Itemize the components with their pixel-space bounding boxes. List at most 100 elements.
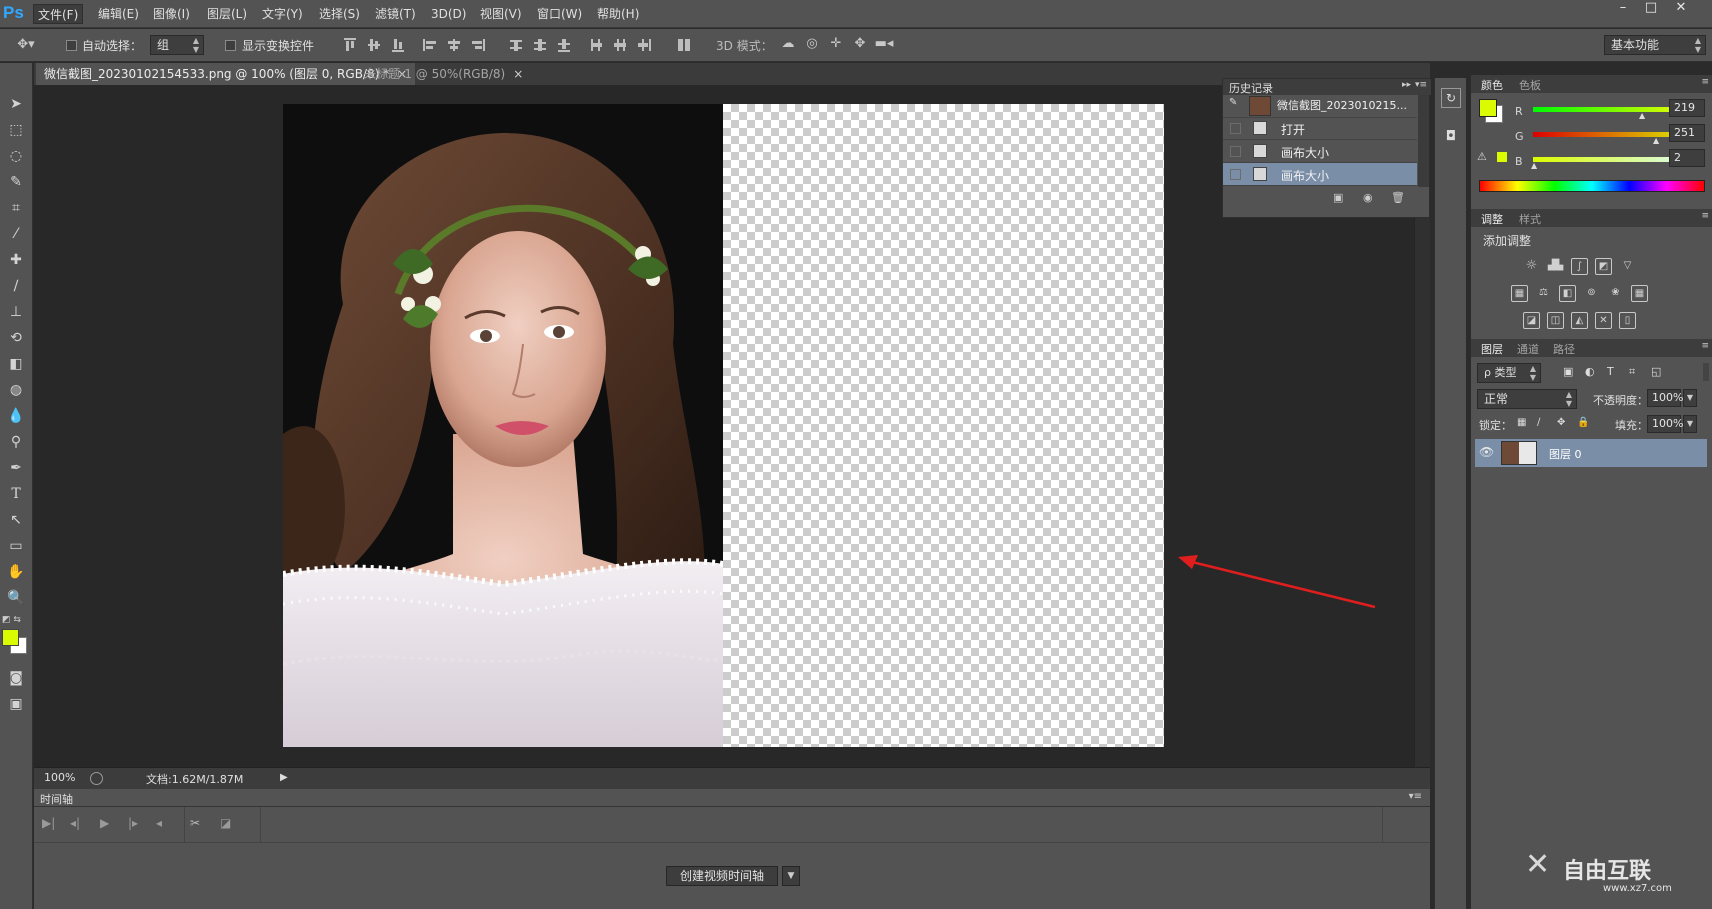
eyedropper-tool-icon[interactable]: ⁄ <box>4 223 28 245</box>
first-frame-icon[interactable]: ▶| <box>42 816 55 830</box>
distribute-left-icon[interactable] <box>588 37 604 53</box>
blur-tool-icon[interactable]: 💧 <box>4 405 28 427</box>
transition-icon[interactable]: ◪ <box>220 816 231 830</box>
tab-swatches[interactable]: 色板 <box>1519 77 1541 93</box>
hue-saturation-icon[interactable]: ▦ <box>1511 285 1528 302</box>
filter-pixel-icon[interactable]: ▣ <box>1563 365 1573 378</box>
menu-select[interactable]: 选择(S) <box>315 4 364 24</box>
timeline-tab[interactable]: 时间轴 <box>40 791 73 807</box>
minimize-button[interactable]: – <box>1610 0 1636 18</box>
paint-bucket-tool-icon[interactable]: ◍ <box>4 379 28 401</box>
selective-color-icon[interactable]: ✕ <box>1595 312 1612 329</box>
gamut-color-chip[interactable] <box>1497 152 1507 162</box>
history-snapshot[interactable]: ✎ 微信截图_2023010215... <box>1223 95 1417 118</box>
path-select-tool-icon[interactable]: ↖ <box>4 509 28 531</box>
tab-adjustments[interactable]: 调整 <box>1481 211 1503 227</box>
close-button[interactable]: ✕ <box>1668 0 1694 18</box>
close-icon[interactable]: × <box>513 67 523 81</box>
distribute-hcenter-icon[interactable] <box>612 37 628 53</box>
menu-layer[interactable]: 图层(L) <box>203 4 251 24</box>
chevron-down-icon[interactable]: ▼ <box>1683 389 1697 407</box>
curves-icon[interactable]: ∫ <box>1571 258 1588 275</box>
menu-type[interactable]: 文字(Y) <box>258 4 307 24</box>
play-icon[interactable]: ▶ <box>100 816 109 830</box>
slider-thumb-icon[interactable]: ▲ <box>1639 111 1645 120</box>
gradient-map-icon[interactable]: ▯ <box>1619 312 1636 329</box>
show-transform-checkbox[interactable] <box>225 40 236 51</box>
menu-view[interactable]: 视图(V) <box>476 4 526 24</box>
distribute-bottom-icon[interactable] <box>556 37 572 53</box>
lock-transparent-icon[interactable]: ▦ <box>1517 417 1526 428</box>
history-brush-tool-icon[interactable]: ⟲ <box>4 327 28 349</box>
history-panel-icon[interactable]: ↻ <box>1441 88 1461 108</box>
collapse-icon[interactable]: ▸▸ <box>1402 80 1411 90</box>
tab-color[interactable]: 颜色 <box>1481 77 1503 93</box>
invert-icon[interactable]: ◪ <box>1523 312 1540 329</box>
filter-smart-object-icon[interactable]: ◱ <box>1651 365 1661 378</box>
move-tool-preset-icon[interactable]: ✥▾ <box>14 37 38 53</box>
r-value-field[interactable]: 219 <box>1669 99 1705 117</box>
create-video-timeline-button[interactable]: 创建视频时间轴 <box>666 866 778 886</box>
audio-icon[interactable]: ◂ <box>156 816 162 830</box>
black-white-icon[interactable]: ◧ <box>1559 285 1576 302</box>
slider-thumb-icon[interactable]: ▲ <box>1531 161 1537 170</box>
quick-mask-icon[interactable]: ◙ <box>4 667 28 689</box>
posterize-icon[interactable]: ◫ <box>1547 312 1564 329</box>
menu-edit[interactable]: 编辑(E) <box>94 4 143 24</box>
color-lookup-icon[interactable]: ▦ <box>1631 285 1648 302</box>
next-frame-icon[interactable]: |▸ <box>128 816 138 830</box>
opacity-field[interactable]: 100% <box>1647 389 1683 407</box>
zoom-level[interactable]: 100% <box>44 771 75 784</box>
gamut-warning-icon[interactable]: ⚠ <box>1477 150 1487 163</box>
split-icon[interactable]: ✂ <box>190 816 200 830</box>
menu-file[interactable]: 文件(F) <box>33 4 84 24</box>
roll-3d-icon[interactable]: ◎ <box>802 36 822 52</box>
healing-brush-tool-icon[interactable]: ✚ <box>4 249 28 271</box>
filter-adjustment-icon[interactable]: ◐ <box>1585 365 1595 378</box>
align-right-icon[interactable] <box>470 37 486 53</box>
lock-pixels-icon[interactable]: ∕ <box>1537 417 1540 428</box>
align-top-icon[interactable] <box>342 37 358 53</box>
auto-select-dropdown[interactable]: 组 ▲ ▼ <box>150 35 204 55</box>
foreground-color-swatch[interactable] <box>2 629 19 646</box>
fill-field[interactable]: 100% <box>1647 415 1683 433</box>
tab-history[interactable]: 历史记录 <box>1229 80 1273 96</box>
lock-position-icon[interactable]: ✥ <box>1557 417 1565 428</box>
slider-thumb-icon[interactable]: ▲ <box>1653 136 1659 145</box>
rectangle-tool-icon[interactable]: ▭ <box>4 535 28 557</box>
eraser-tool-icon[interactable]: ◧ <box>4 353 28 375</box>
slide-3d-icon[interactable]: ✥ <box>850 36 870 52</box>
dodge-tool-icon[interactable]: ⚲ <box>4 431 28 453</box>
filter-type-icon[interactable]: T <box>1607 365 1614 378</box>
layer-filter-dropdown[interactable]: ρ 类型 ▲ ▼ <box>1477 363 1541 383</box>
crop-tool-icon[interactable]: ⌗ <box>4 197 28 219</box>
previous-frame-icon[interactable]: ◂| <box>70 816 80 830</box>
align-left-icon[interactable] <box>422 37 438 53</box>
rotate-3d-icon[interactable]: ☁ <box>778 36 798 52</box>
color-spectrum-bar[interactable] <box>1479 180 1705 192</box>
distribute-right-icon[interactable] <box>636 37 652 53</box>
menu-image[interactable]: 图像(I) <box>149 4 194 24</box>
tab-channels[interactable]: 通道 <box>1517 341 1539 357</box>
properties-panel-icon[interactable]: ◘ <box>1441 128 1461 148</box>
move-tool-icon[interactable]: ➤ <box>4 93 28 115</box>
tab-paths[interactable]: 路径 <box>1553 341 1575 357</box>
drag-3d-icon[interactable]: ✛ <box>826 36 846 52</box>
pen-tool-icon[interactable]: ✒ <box>4 457 28 479</box>
zoom-tool-icon[interactable]: 🔍 <box>4 587 28 609</box>
history-item[interactable]: 画布大小 <box>1223 140 1417 163</box>
layer-row[interactable]: 👁 图层 0 <box>1475 439 1707 467</box>
history-item[interactable]: 打开 <box>1223 117 1417 140</box>
threshold-icon[interactable]: ◭ <box>1571 312 1588 329</box>
tab-document-2[interactable]: 未标题-1 @ 50%(RGB/8) × <box>356 63 531 85</box>
type-tool-icon[interactable]: T <box>4 483 28 505</box>
lock-all-icon[interactable]: 🔒 <box>1577 417 1589 428</box>
history-source-checkbox[interactable] <box>1230 169 1241 180</box>
panel-menu-icon[interactable]: ≡ <box>1701 211 1709 221</box>
history-source-checkbox[interactable] <box>1230 123 1241 134</box>
brush-tool-icon[interactable]: ∕ <box>4 275 28 297</box>
new-document-icon[interactable]: ▣ <box>1333 191 1343 204</box>
chevron-down-icon[interactable]: ▼ <box>1683 415 1697 433</box>
history-item-selected[interactable]: 画布大小 <box>1223 163 1417 186</box>
clone-stamp-tool-icon[interactable]: ⊥ <box>4 301 28 323</box>
